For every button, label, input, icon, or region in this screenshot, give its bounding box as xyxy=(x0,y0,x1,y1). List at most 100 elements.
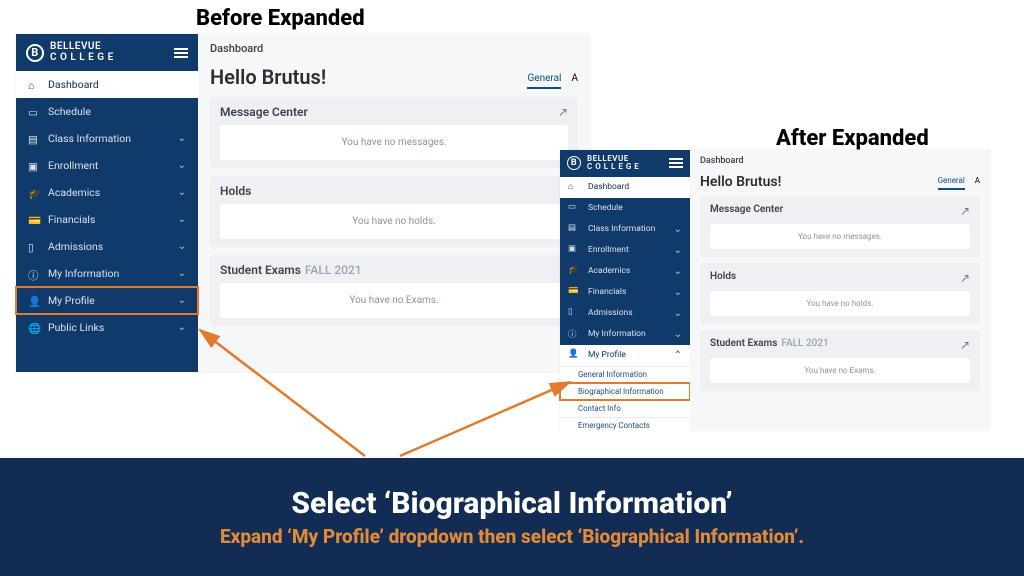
sidebar-item-my-profile[interactable]: 👤My Profile ⌄ xyxy=(16,287,198,314)
sidebar-item-public-links[interactable]: 🌐 Public Links ⌄ xyxy=(16,314,198,341)
card-title: Message Center xyxy=(710,204,783,218)
open-icon[interactable]: ↗ xyxy=(558,105,568,119)
sidebar-item-academics[interactable]: 🎓 Academics ⌄ xyxy=(560,261,690,282)
card-icon: 💳 xyxy=(28,214,40,226)
sidebar-item-financials[interactable]: 💳Financials ⌄ xyxy=(560,282,690,303)
calendar-icon: ▭ xyxy=(568,202,580,214)
graduation-icon: 🎓 xyxy=(568,265,580,277)
chevron-down-icon: ⌄ xyxy=(674,266,682,277)
sidebar-item-label: Admissions xyxy=(588,308,633,318)
home-icon: ⌂ xyxy=(568,181,580,193)
sidebar-item-label: Dashboard xyxy=(588,182,629,192)
student-exams-card: Student Exams FALL 2021 ↗ You have no Exam… xyxy=(700,330,980,391)
info-icon: ⓘ xyxy=(568,328,580,340)
sidebar-item-label: Academics xyxy=(588,266,630,276)
sidebar: B BELLEVUE C O L L E G E ⌂Dashboard ▭Sch… xyxy=(560,150,690,430)
submenu-contact-info[interactable]: Contact Info xyxy=(560,400,690,417)
brand-row: B BELLEVUE C O L L E G E xyxy=(16,34,198,71)
open-icon[interactable]: ↗ xyxy=(960,338,970,352)
sidebar: B BELLEVUE C O L L E G E ⌂Dashboard ▭ Sch… xyxy=(16,34,198,372)
list-icon: ▤ xyxy=(568,223,580,235)
instruction-banner: Select ‘Biographical Information’ Expand… xyxy=(0,458,1024,576)
message-center-card: Message Center ↗ You have no messages. xyxy=(700,196,980,257)
hello-heading: Hello Brutus! xyxy=(210,65,326,89)
submenu-general-information[interactable]: General Information xyxy=(560,366,690,383)
list-icon: ▤ xyxy=(28,133,40,145)
sidebar-item-class-information[interactable]: ▤ Class Information ⌄ xyxy=(560,219,690,240)
sidebar-item-label: My Information xyxy=(588,329,646,339)
sidebar-item-label: My Information xyxy=(48,267,119,280)
profile-icon: 👤 xyxy=(28,295,40,307)
open-icon[interactable]: ↗ xyxy=(960,204,970,218)
card-body: You have no messages. xyxy=(710,224,970,249)
tab-general[interactable]: General xyxy=(527,73,561,89)
folder-icon: ▣ xyxy=(28,160,40,172)
sidebar-item-academics[interactable]: 🎓 Academics ⌄ xyxy=(16,179,198,206)
sidebar-item-label: Enrollment xyxy=(588,245,629,255)
chevron-down-icon: ⌄ xyxy=(178,133,186,144)
sidebar-item-class-information[interactable]: ▤Class Information ⌄ xyxy=(16,125,198,152)
calendar-icon: ▭ xyxy=(28,106,40,118)
chevron-down-icon: ⌄ xyxy=(178,322,186,333)
brand-badge: B xyxy=(567,156,581,170)
brand-line2: C O L L E G E xyxy=(587,163,639,171)
chevron-down-icon: ⌄ xyxy=(674,287,682,298)
brand-line1: BELLEVUE xyxy=(50,42,114,53)
submenu-biographical-information[interactable]: Biographical Information xyxy=(560,383,690,400)
open-icon[interactable]: ↗ xyxy=(960,271,970,285)
menu-toggle-icon[interactable] xyxy=(669,158,683,168)
sidebar-item-enrollment[interactable]: ▣Enrollment ⌄ xyxy=(560,240,690,261)
sidebar-item-dashboard[interactable]: ⌂ Dashboard xyxy=(560,177,690,198)
sidebar-item-my-information[interactable]: ⓘ My Information ⌄ xyxy=(16,260,198,287)
submenu-emergency-contacts[interactable]: Emergency Contacts xyxy=(560,417,690,434)
brand-badge: B xyxy=(26,44,44,62)
hello-heading: Hello Brutus! xyxy=(700,174,781,190)
document-icon: ▯ xyxy=(568,307,580,319)
card-title: Holds xyxy=(710,271,736,285)
sidebar-item-admissions[interactable]: ▯Admissions ⌄ xyxy=(560,303,690,324)
sidebar-item-label: Public Links xyxy=(48,321,104,334)
card-body: You have no holds. xyxy=(220,204,568,239)
graduation-icon: 🎓 xyxy=(28,187,40,199)
card-body: You have no Exams. xyxy=(710,358,970,383)
tab-a[interactable]: A xyxy=(571,73,578,89)
sidebar-item-admissions[interactable]: ▯Admissions ⌄ xyxy=(16,233,198,260)
chevron-down-icon: ⌄ xyxy=(178,160,186,171)
sidebar-item-label: Academics xyxy=(48,186,100,199)
sidebar-item-my-information[interactable]: ⓘMy Information ⌄ xyxy=(560,324,690,345)
chevron-down-icon: ⌄ xyxy=(178,241,186,252)
card-body: You have no holds. xyxy=(710,291,970,316)
card-title: Student Exams xyxy=(710,338,777,349)
sidebar-item-enrollment[interactable]: ▣Enrollment ⌄ xyxy=(16,152,198,179)
main-pane: Dashboard Hello Brutus! General A Messag… xyxy=(198,34,590,372)
sidebar-item-schedule[interactable]: ▭ Schedule xyxy=(16,98,198,125)
student-exams-card: Student ExamsFALL 2021↗ You have no Exam… xyxy=(210,255,578,326)
screenshot-after: B BELLEVUE C O L L E G E ⌂Dashboard ▭Sch… xyxy=(560,150,990,430)
sidebar-item-dashboard[interactable]: ⌂Dashboard xyxy=(16,71,198,98)
sidebar-item-label: Schedule xyxy=(588,203,623,213)
info-icon: ⓘ xyxy=(28,268,40,280)
globe-icon: 🌐 xyxy=(28,322,40,334)
sidebar-item-label: Financials xyxy=(48,213,95,226)
sidebar-item-label: Financials xyxy=(588,287,626,297)
holds-card: Holds↗ You have no holds. xyxy=(210,176,578,247)
screenshot-before: B BELLEVUE C O L L E G E ⌂Dashboard ▭ Sch… xyxy=(16,34,590,372)
chevron-down-icon: ⌄ xyxy=(674,245,682,256)
chevron-down-icon: ⌄ xyxy=(674,224,682,235)
chevron-down-icon: ⌄ xyxy=(178,268,186,279)
sidebar-item-label: Class Information xyxy=(588,224,655,234)
sidebar-item-financials[interactable]: 💳Financials ⌄ xyxy=(16,206,198,233)
main-pane: Dashboard Hello Brutus! General A Messag… xyxy=(690,150,990,430)
document-icon: ▯ xyxy=(28,241,40,253)
sidebar-item-schedule[interactable]: ▭ Schedule xyxy=(560,198,690,219)
menu-toggle-icon[interactable] xyxy=(174,48,188,58)
tab-general[interactable]: General xyxy=(938,176,965,190)
chevron-down-icon: ⌄ xyxy=(178,187,186,198)
sidebar-item-label: Schedule xyxy=(48,105,91,118)
sidebar-item-my-profile[interactable]: 👤My Profile ⌃ xyxy=(560,345,690,366)
exams-term: FALL 2021 xyxy=(781,338,828,349)
home-icon: ⌂ xyxy=(28,79,40,91)
profile-icon: 👤 xyxy=(568,349,580,361)
page-title: Dashboard xyxy=(700,156,980,166)
tab-a[interactable]: A xyxy=(975,176,980,190)
